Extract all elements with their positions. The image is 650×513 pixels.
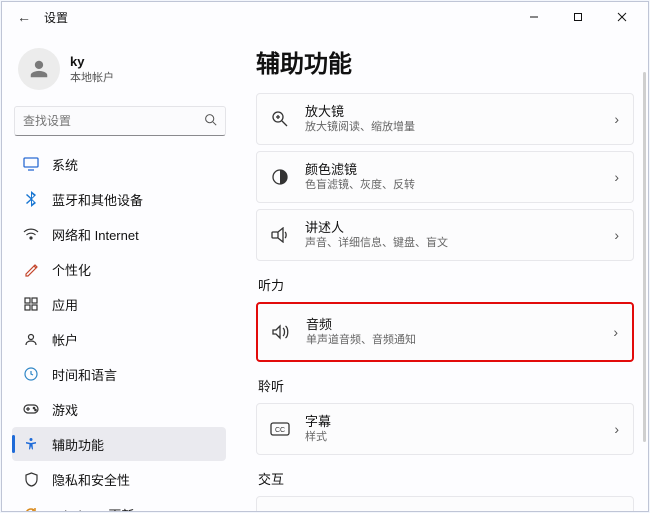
- chevron-right-icon: ›: [614, 227, 619, 243]
- sidebar-item-gaming[interactable]: 游戏: [12, 392, 226, 426]
- network-icon: [22, 225, 40, 243]
- gaming-icon: [22, 400, 40, 418]
- sidebar-item-update[interactable]: Windows 更新: [12, 497, 226, 511]
- bluetooth-icon: [22, 190, 40, 208]
- card-sub: 色盲滤镜、灰度、反转: [305, 179, 614, 192]
- sidebar-item-label: 游戏: [52, 400, 78, 419]
- card-sub: 声音、详细信息、键盘、盲文: [305, 237, 614, 250]
- sidebar-item-label: 系统: [52, 155, 78, 174]
- sidebar-item-system[interactable]: 系统: [12, 147, 226, 181]
- sidebar-item-label: 帐户: [52, 330, 78, 349]
- avatar: [18, 48, 60, 90]
- back-button[interactable]: ←: [12, 9, 36, 25]
- card-sub: 放大镜阅读、缩放增量: [305, 121, 614, 134]
- sidebar-item-accounts[interactable]: 帐户: [12, 322, 226, 356]
- sidebar-item-label: 辅助功能: [52, 435, 104, 454]
- svg-text:CC: CC: [275, 427, 285, 434]
- chevron-right-icon: ›: [614, 111, 619, 127]
- card-title: 音频: [306, 317, 613, 333]
- sidebar-item-apps[interactable]: 应用: [12, 287, 226, 321]
- privacy-icon: [22, 470, 40, 488]
- update-icon: [22, 505, 40, 511]
- card-title: 字幕: [305, 414, 614, 430]
- accounts-icon: [22, 330, 40, 348]
- sidebar-item-network[interactable]: 网络和 Internet: [12, 217, 226, 251]
- nav: 系统 蓝牙和其他设备 网络和 Internet 个性化 应用: [10, 146, 230, 511]
- card-title: 讲述人: [305, 220, 614, 236]
- card-title: 颜色滤镜: [305, 162, 614, 178]
- card-magnifier[interactable]: 放大镜 放大镜阅读、缩放增量 ›: [256, 93, 634, 145]
- time-icon: [22, 365, 40, 383]
- card-color-filters[interactable]: 颜色滤镜 色盲滤镜、灰度、反转 ›: [256, 151, 634, 203]
- card-audio[interactable]: 音频 单声道音频、音频通知 ›: [256, 302, 634, 362]
- sidebar-item-accessibility[interactable]: 辅助功能: [12, 427, 226, 461]
- narrator-icon: [269, 224, 291, 246]
- sidebar-item-privacy[interactable]: 隐私和安全性: [12, 462, 226, 496]
- chevron-right-icon: ›: [614, 169, 619, 185]
- color-filters-icon: [269, 166, 291, 188]
- section-hearing: 听力: [258, 275, 634, 294]
- accessibility-icon: [22, 435, 40, 453]
- user-name: ky: [70, 54, 114, 69]
- magnifier-icon: [269, 108, 291, 130]
- window-title: 设置: [44, 9, 68, 26]
- card-title: 放大镜: [305, 104, 614, 120]
- card-sub: 样式: [305, 431, 614, 444]
- card-sub: 单声道音频、音频通知: [306, 334, 613, 347]
- user-block[interactable]: ky 本地帐户: [10, 42, 230, 100]
- search-box[interactable]: [14, 106, 226, 136]
- captions-icon: CC: [269, 418, 291, 440]
- sidebar-item-label: 蓝牙和其他设备: [52, 190, 143, 209]
- titlebar: ← 设置: [2, 2, 648, 32]
- audio-icon: [270, 321, 292, 343]
- page-title: 辅助功能: [256, 44, 634, 79]
- sidebar-item-label: 个性化: [52, 260, 91, 279]
- chevron-right-icon: ›: [613, 324, 618, 340]
- sidebar-item-bluetooth[interactable]: 蓝牙和其他设备: [12, 182, 226, 216]
- personalization-icon: [22, 260, 40, 278]
- card-narrator[interactable]: 讲述人 声音、详细信息、键盘、盲文 ›: [256, 209, 634, 261]
- sidebar-item-label: Windows 更新: [52, 505, 134, 512]
- search-input[interactable]: [23, 114, 204, 128]
- minimize-button[interactable]: [512, 3, 556, 31]
- sidebar: ky 本地帐户 系统 蓝牙和其他设备: [2, 32, 238, 511]
- user-sub: 本地帐户: [70, 69, 114, 85]
- card-speech[interactable]: 语音 ›: [256, 496, 634, 511]
- search-icon: [204, 113, 217, 129]
- close-button[interactable]: [600, 3, 644, 31]
- system-icon: [22, 155, 40, 173]
- sidebar-item-personalization[interactable]: 个性化: [12, 252, 226, 286]
- section-captions: 聆听: [258, 376, 634, 395]
- sidebar-item-label: 网络和 Internet: [52, 225, 139, 244]
- main: 辅助功能 放大镜 放大镜阅读、缩放增量 › 颜色滤镜 色盲滤镜、灰度、反转: [238, 32, 648, 511]
- scrollbar[interactable]: [643, 72, 646, 442]
- card-captions[interactable]: CC 字幕 样式 ›: [256, 403, 634, 455]
- sidebar-item-time[interactable]: 时间和语言: [12, 357, 226, 391]
- chevron-right-icon: ›: [614, 421, 619, 437]
- sidebar-item-label: 隐私和安全性: [52, 470, 130, 489]
- sidebar-item-label: 时间和语言: [52, 365, 117, 384]
- maximize-button[interactable]: [556, 3, 600, 31]
- section-interaction: 交互: [258, 469, 634, 488]
- apps-icon: [22, 295, 40, 313]
- sidebar-item-label: 应用: [52, 295, 78, 314]
